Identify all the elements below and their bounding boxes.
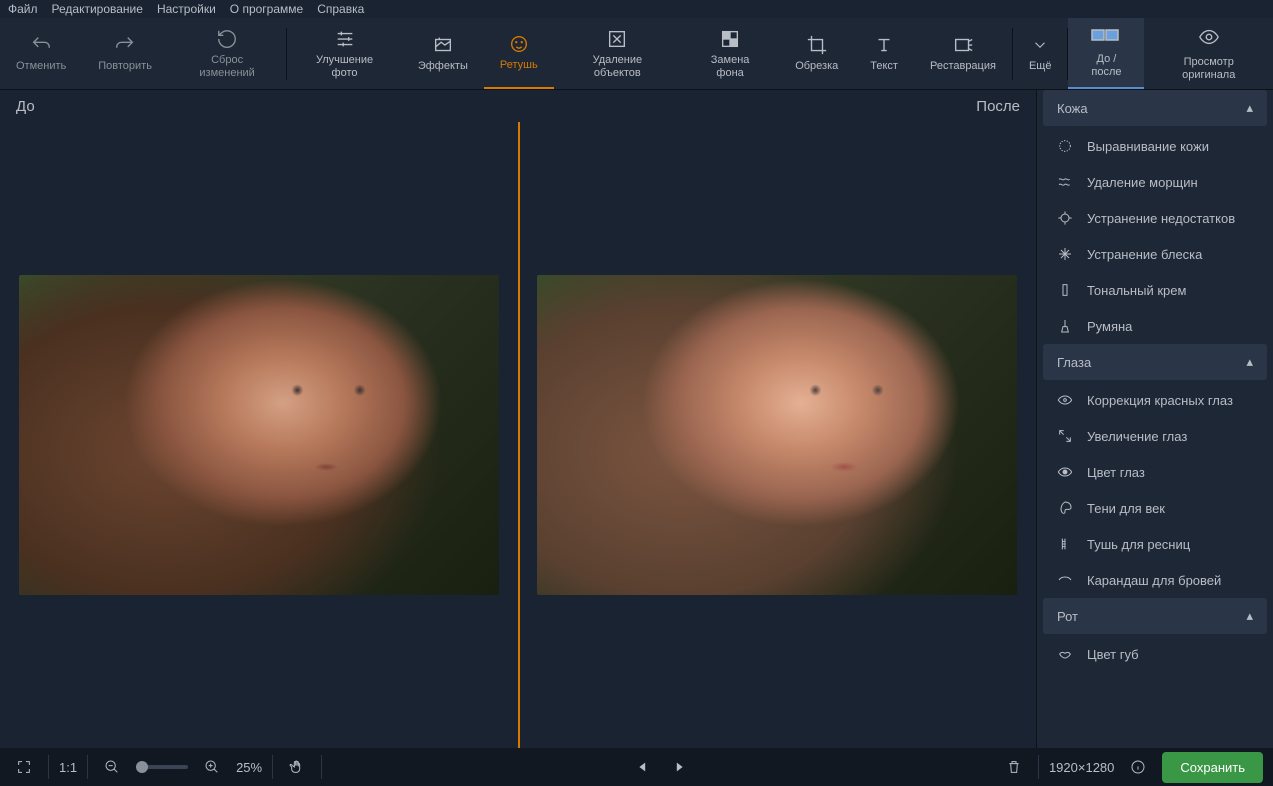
brush-icon (1057, 318, 1073, 334)
sliders-icon (334, 28, 356, 50)
footer-bar: 1:1 25% 1920×1280 Сохранить (0, 748, 1273, 786)
expand-icon (1057, 428, 1073, 444)
section-skin[interactable]: Кожа ▴ (1043, 90, 1267, 126)
palette-icon (1057, 500, 1073, 516)
effects-tool[interactable]: Эффекты (402, 18, 484, 89)
restore-icon (952, 34, 974, 56)
item-foundation[interactable]: Тональный крем (1037, 272, 1273, 308)
menu-edit[interactable]: Редактирование (52, 2, 143, 16)
image-dimensions: 1920×1280 (1049, 760, 1114, 775)
canvas-area: До После (0, 90, 1036, 748)
before-image (19, 275, 499, 595)
fit-label[interactable]: 1:1 (59, 760, 77, 775)
mascara-icon (1057, 536, 1073, 552)
zoom-slider[interactable] (136, 765, 188, 769)
before-label: До (16, 98, 35, 115)
after-label: После (976, 98, 1020, 115)
section-eyes[interactable]: Глаза ▴ (1043, 344, 1267, 380)
retouch-panel: Кожа ▴ Выравнивание кожи Удаление морщин… (1036, 90, 1273, 748)
before-after-view[interactable]: До / после (1068, 18, 1144, 89)
pan-button[interactable] (283, 753, 311, 781)
item-blush[interactable]: Румяна (1037, 308, 1273, 344)
pencil-icon (1057, 572, 1073, 588)
item-blemish-removal[interactable]: Устранение недостатков (1037, 200, 1273, 236)
collapse-icon: ▴ (1246, 608, 1253, 624)
undo-icon (30, 34, 52, 56)
item-eye-shadow[interactable]: Тени для век (1037, 490, 1273, 526)
zoom-out-button[interactable] (98, 753, 126, 781)
crop-tool[interactable]: Обрезка (779, 18, 854, 89)
item-eyebrow-pencil[interactable]: Карандаш для бровей (1037, 562, 1273, 598)
collapse-icon: ▴ (1246, 354, 1253, 370)
view-original[interactable]: Просмотр оригинала (1144, 18, 1273, 89)
undo-button[interactable]: Отменить (0, 18, 82, 89)
item-red-eye[interactable]: Коррекция красных глаз (1037, 382, 1273, 418)
retouch-tool[interactable]: Ретушь (484, 18, 554, 89)
reset-icon (216, 28, 238, 50)
eye-icon (1057, 392, 1073, 408)
smoothing-icon (1057, 138, 1073, 154)
target-icon (1057, 210, 1073, 226)
next-button[interactable] (665, 753, 693, 781)
section-mouth[interactable]: Рот ▴ (1043, 598, 1267, 634)
item-shine-removal[interactable]: Устранение блеска (1037, 236, 1273, 272)
replace-bg-tool[interactable]: Замена фона (681, 18, 779, 89)
item-eye-color[interactable]: Цвет глаз (1037, 454, 1273, 490)
lips-icon (1057, 646, 1073, 662)
redo-icon (114, 34, 136, 56)
eye-icon (1057, 464, 1073, 480)
item-enlarge-eyes[interactable]: Увеличение глаз (1037, 418, 1273, 454)
item-mascara[interactable]: Тушь для ресниц (1037, 526, 1273, 562)
more-tools-button[interactable]: Ещё (1013, 30, 1068, 77)
bg-icon (719, 28, 741, 50)
bottle-icon (1057, 282, 1073, 298)
remove-icon (606, 28, 628, 50)
menu-help[interactable]: Справка (317, 2, 364, 16)
menu-settings[interactable]: Настройки (157, 2, 216, 16)
zoom-value: 25% (236, 760, 262, 775)
zoom-in-button[interactable] (198, 753, 226, 781)
face-icon (508, 33, 530, 55)
wave-icon (1057, 174, 1073, 190)
crop-icon (806, 34, 828, 56)
before-pane[interactable] (0, 122, 518, 748)
main-toolbar: Отменить Повторить Сброс изменений Улучш… (0, 18, 1273, 90)
menu-about[interactable]: О программе (230, 2, 303, 16)
after-pane[interactable] (518, 122, 1036, 748)
compare-divider[interactable] (518, 122, 520, 748)
sparkle-icon (1057, 246, 1073, 262)
chevron-down-icon (1029, 34, 1051, 56)
collapse-icon: ▴ (1246, 100, 1253, 116)
info-button[interactable] (1124, 753, 1152, 781)
item-lip-color[interactable]: Цвет губ (1037, 636, 1273, 672)
compare-icon (1091, 27, 1121, 49)
text-tool[interactable]: Текст (854, 18, 914, 89)
item-skin-smoothing[interactable]: Выравнивание кожи (1037, 128, 1273, 164)
eye-icon (1198, 26, 1220, 52)
redo-button[interactable]: Повторить (82, 18, 168, 89)
menu-bar: Файл Редактирование Настройки О программ… (0, 0, 1273, 18)
item-wrinkle-removal[interactable]: Удаление морщин (1037, 164, 1273, 200)
main-area: До После Кожа ▴ Выравнивание кожи Удален… (0, 90, 1273, 748)
enhance-tool[interactable]: Улучшение фото (287, 18, 402, 89)
prev-button[interactable] (629, 753, 657, 781)
menu-file[interactable]: Файл (8, 2, 38, 16)
after-image (537, 275, 1017, 595)
restore-tool[interactable]: Реставрация (914, 18, 1012, 89)
delete-button[interactable] (1000, 753, 1028, 781)
remove-objects-tool[interactable]: Удаление объектов (554, 18, 681, 89)
text-icon (873, 34, 895, 56)
reset-button[interactable]: Сброс изменений (168, 18, 286, 89)
fullscreen-button[interactable] (10, 753, 38, 781)
save-button[interactable]: Сохранить (1162, 752, 1263, 783)
effects-icon (432, 34, 454, 56)
